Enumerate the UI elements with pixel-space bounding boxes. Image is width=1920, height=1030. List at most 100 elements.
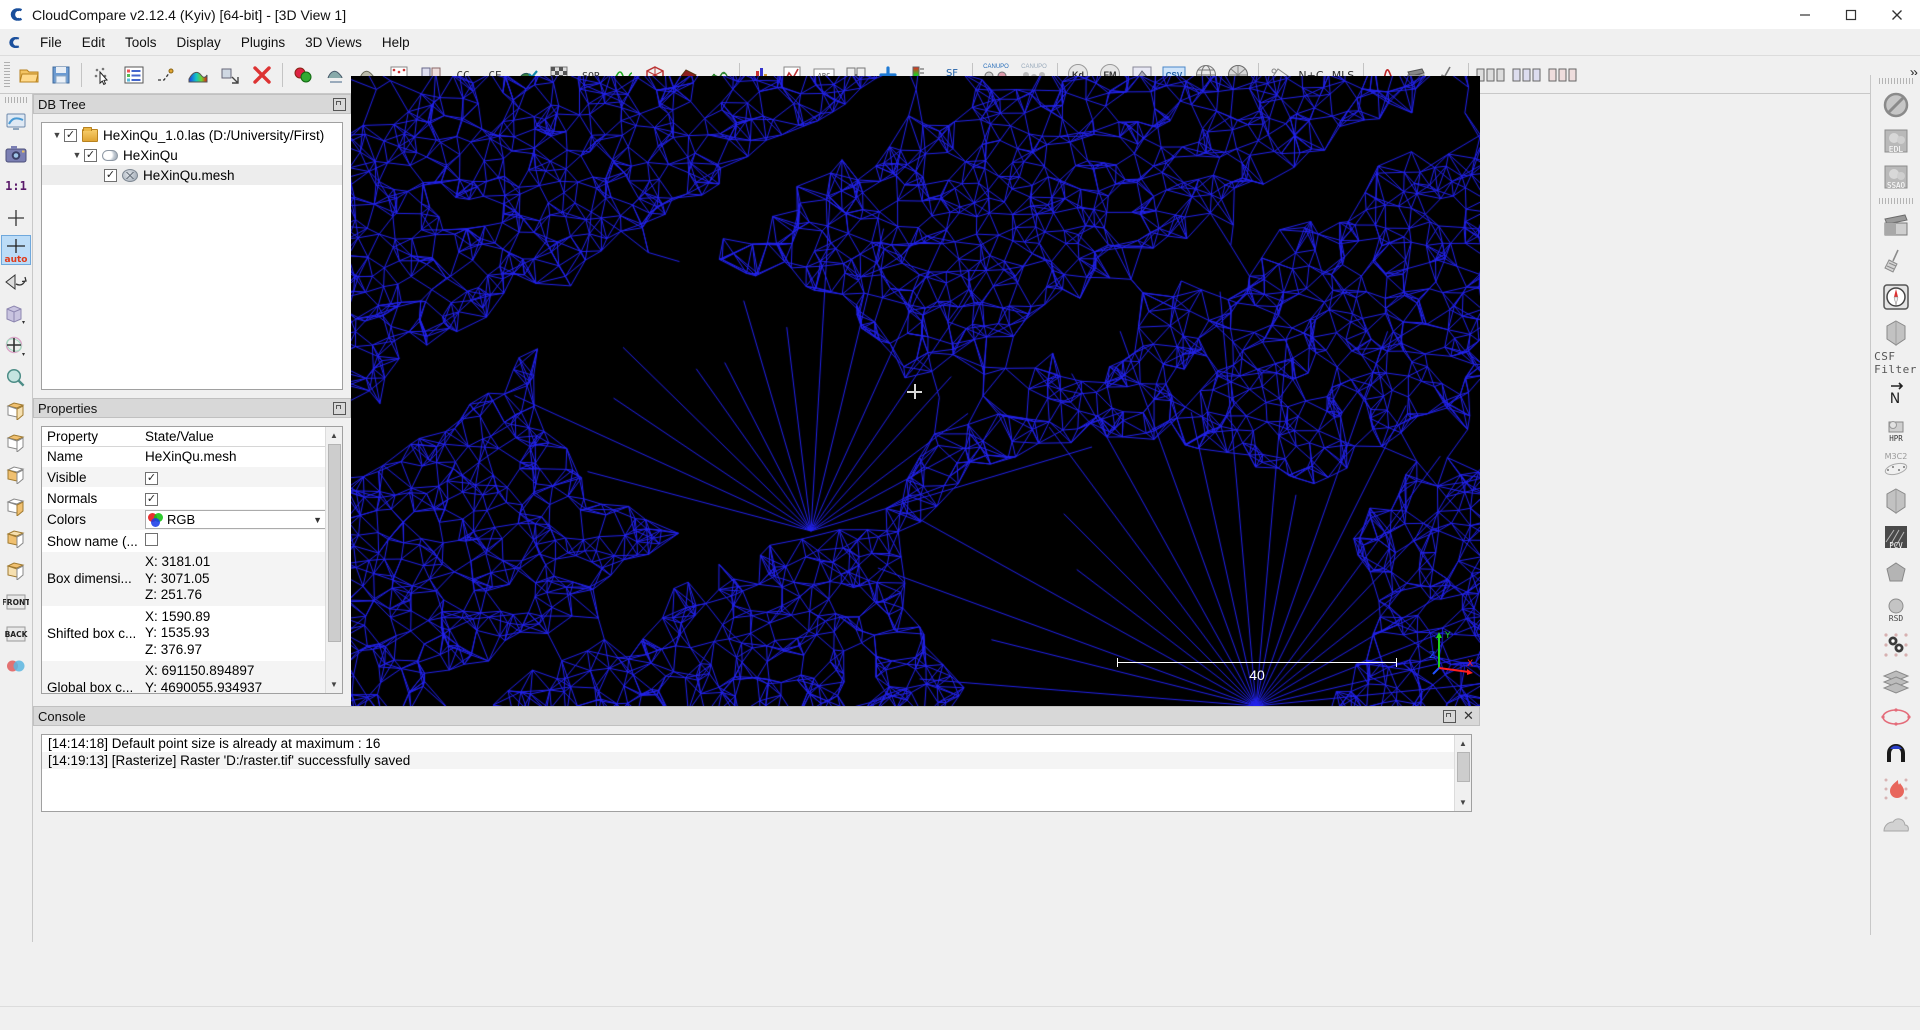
compass-plugin-icon[interactable] <box>1875 280 1917 314</box>
db-tree-float-button[interactable] <box>333 97 346 111</box>
rsd-plugin-icon[interactable]: RSD <box>1875 592 1917 626</box>
save-file-icon[interactable] <box>45 59 77 91</box>
properties-title: Properties <box>38 400 98 416</box>
pcv-plugin-icon[interactable]: PCV <box>1875 520 1917 554</box>
console-close-button[interactable]: ✕ <box>1462 709 1475 723</box>
set-pivot-icon[interactable] <box>1 203 31 233</box>
scrollbar-thumb[interactable] <box>327 444 341 642</box>
view-front-box-icon[interactable] <box>1 395 31 425</box>
svg-text:M3C2: M3C2 <box>1884 452 1907 461</box>
scrollbar-thumb[interactable] <box>1456 752 1470 782</box>
colors-dropdown[interactable]: RGB ▼ <box>145 510 325 529</box>
chevron-down-icon[interactable]: ▼ <box>313 515 322 525</box>
left-toolbar-grip[interactable] <box>5 97 27 103</box>
plugins-toolbar: EDL SSAO CSF Filter N HPR M3C2 PCV RSD <box>1870 75 1920 935</box>
close-button[interactable] <box>1874 0 1920 30</box>
menu-tools[interactable]: Tools <box>115 32 167 53</box>
visible-checkbox[interactable]: ✓ <box>145 472 158 485</box>
no-shader-icon[interactable] <box>1875 88 1917 122</box>
chevron-down-icon[interactable]: ▼ <box>70 150 84 160</box>
normals-checkbox[interactable]: ✓ <box>145 493 158 506</box>
right-toolbar-grip[interactable] <box>1878 78 1913 84</box>
cork-plugin-icon[interactable] <box>1875 316 1917 350</box>
qanimation-plugin-icon[interactable] <box>1875 208 1917 242</box>
ssao-shader-icon[interactable]: SSAO <box>1875 160 1917 194</box>
edit-section-icon[interactable] <box>1509 59 1545 91</box>
properties-float-button[interactable] <box>333 401 346 415</box>
global-zoom-icon[interactable] <box>1 107 31 137</box>
circle-fit-plugin-icon[interactable] <box>1875 700 1917 734</box>
menu-3d-views[interactable]: 3D Views <box>295 32 372 53</box>
delete-icon[interactable] <box>246 59 278 91</box>
menu-help[interactable]: Help <box>372 32 420 53</box>
view-right-box-icon[interactable] <box>1 523 31 553</box>
m3c2-plugin-icon[interactable]: M3C2 <box>1875 448 1917 482</box>
scroll-down-arrow-icon[interactable]: ▼ <box>1454 794 1471 811</box>
zoom-one-to-one-icon[interactable]: 1:1 <box>1 171 31 201</box>
menu-display[interactable]: Display <box>167 32 231 53</box>
console-scrollbar[interactable]: ▲ ▼ <box>1454 735 1471 811</box>
ransac-sd-plugin-icon[interactable] <box>1875 628 1917 662</box>
properties-scrollbar[interactable]: ▲ ▼ <box>325 427 342 693</box>
segment-icon[interactable] <box>150 59 182 91</box>
view-iso1-box-icon[interactable] <box>1 555 31 585</box>
colorbar-icon[interactable] <box>182 59 214 91</box>
scroll-up-arrow-icon[interactable]: ▲ <box>325 427 342 444</box>
broom-plugin-icon[interactable] <box>1875 244 1917 278</box>
translate-gizmo-icon[interactable] <box>1 331 31 361</box>
open-file-icon[interactable] <box>13 59 45 91</box>
translate-rotate-icon[interactable] <box>214 59 246 91</box>
toggle-camera-icon[interactable] <box>1 267 31 297</box>
cloud-layers-plugin-icon[interactable] <box>1875 808 1917 842</box>
snapshot-icon[interactable] <box>1 139 31 169</box>
menu-file[interactable]: File <box>30 32 72 53</box>
show-name-checkbox[interactable] <box>145 533 158 546</box>
view-front-label-icon[interactable]: FRONT <box>1 587 31 617</box>
scroll-up-arrow-icon[interactable]: ▲ <box>1454 735 1471 752</box>
clone-icon[interactable] <box>319 59 351 91</box>
tunnel-plugin-icon[interactable] <box>1875 736 1917 770</box>
tree-item-mesh[interactable]: ✓ HeXinQu.mesh <box>42 165 342 185</box>
edl-shader-icon[interactable]: EDL <box>1875 124 1917 158</box>
mesh-render-canvas[interactable] <box>351 76 1480 708</box>
menu-bar: File Edit Tools Display Plugins 3D Views… <box>0 30 1920 56</box>
console-float-button[interactable] <box>1443 709 1456 723</box>
tree-checkbox[interactable]: ✓ <box>84 148 97 162</box>
hpr-plugin-icon[interactable]: HPR <box>1875 412 1917 446</box>
maximize-button[interactable] <box>1828 0 1874 30</box>
tree-item-root[interactable]: ▼ ✓ HeXinQu_1.0.las (D:/University/First… <box>42 125 342 145</box>
auto-pivot-icon[interactable]: auto <box>1 235 31 265</box>
prop-key-colors: Colors <box>42 508 140 531</box>
view-top-box-icon[interactable] <box>1 427 31 457</box>
sra-plugin-icon[interactable] <box>1875 664 1917 698</box>
select-point-icon[interactable] <box>86 59 118 91</box>
extract-section-icon[interactable] <box>1545 59 1581 91</box>
tree-item-cloud[interactable]: ▼ ✓ HeXinQu <box>42 145 342 165</box>
tree-checkbox[interactable]: ✓ <box>104 168 117 182</box>
scrollbar-track[interactable] <box>1454 752 1471 794</box>
tree-checkbox[interactable]: ✓ <box>64 128 77 142</box>
view-left-box-icon[interactable] <box>1 491 31 521</box>
normal-to-dip-icon[interactable]: N <box>1875 376 1917 410</box>
minimize-button[interactable] <box>1782 0 1828 30</box>
toolbar-grip[interactable] <box>4 61 10 88</box>
zoom-box-icon[interactable] <box>1 363 31 393</box>
list-properties-icon[interactable] <box>118 59 150 91</box>
shield-plugin-icon[interactable] <box>1875 484 1917 518</box>
chevron-down-icon[interactable]: ▼ <box>50 130 64 140</box>
cube-view-icon[interactable] <box>1 299 31 329</box>
3d-view[interactable]: 40 Y X Z <box>351 76 1480 708</box>
view-bottom-box-icon[interactable] <box>1 459 31 489</box>
apply-transform-icon[interactable] <box>287 59 319 91</box>
heat-plugin-icon[interactable] <box>1875 772 1917 806</box>
menu-plugins[interactable]: Plugins <box>231 32 295 53</box>
view-back-label-icon[interactable]: BACK <box>1 619 31 649</box>
csf-filter-plugin-icon[interactable]: CSF Filter <box>1874 350 1917 376</box>
global-box-x: X: 691150.894897 <box>145 663 255 678</box>
scrollbar-track[interactable] <box>325 444 342 676</box>
poisson-recon-icon[interactable] <box>1875 556 1917 590</box>
svg-text:HPR: HPR <box>1889 434 1903 443</box>
stereo-mode-icon[interactable] <box>1 651 31 681</box>
menu-edit[interactable]: Edit <box>72 32 115 53</box>
scroll-down-arrow-icon[interactable]: ▼ <box>325 676 342 693</box>
